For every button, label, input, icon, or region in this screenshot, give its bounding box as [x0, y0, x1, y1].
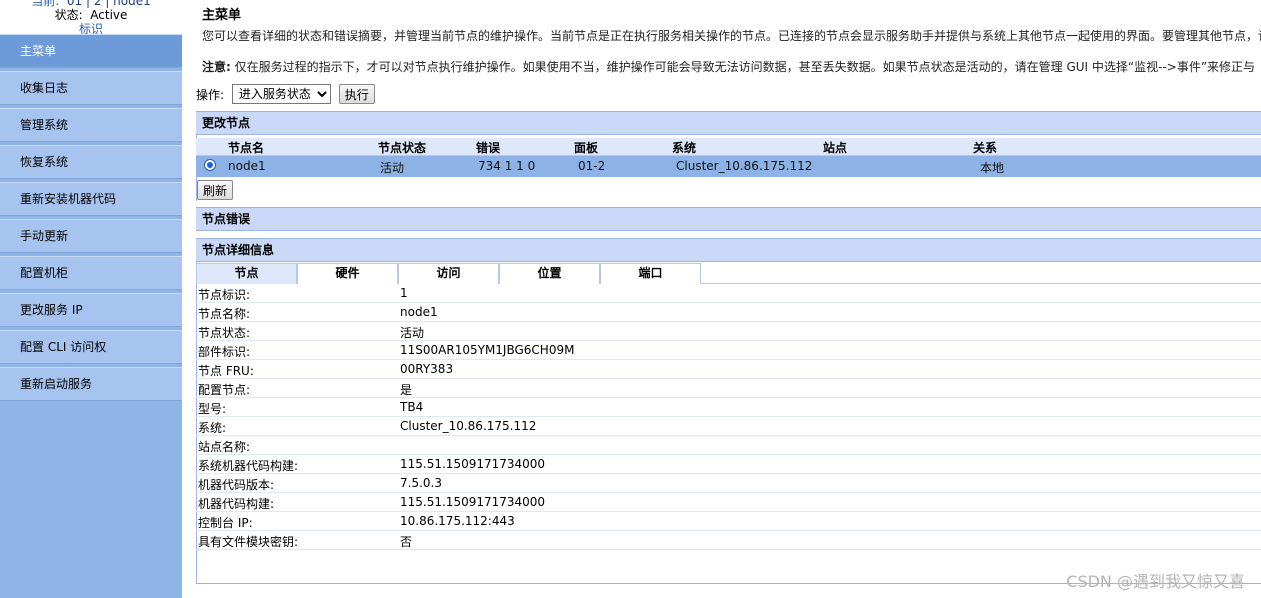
page-description: 您可以查看详细的状态和错误摘要，并管理当前节点的维护操作。当前节点是正在执行服务…: [202, 29, 1261, 43]
warning-note: 注意: 仅在服务过程的指示下，才可以对节点执行维护操作。如果使用不当，维护操作可…: [202, 58, 1255, 75]
detail-row-model: 型号: TB4: [196, 398, 1261, 417]
sidebar-menu: 主菜单 收集日志 管理系统 恢复系统 重新安装机器代码 手动更新 配置机柜 更改…: [0, 34, 182, 404]
sidebar-item-restart-service[interactable]: 重新启动服务: [0, 367, 182, 401]
status-label: 状态:: [54, 8, 83, 22]
detail-row-node-status: 节点状态: 活动: [196, 322, 1261, 341]
sidebar-item-configure-cli-access[interactable]: 配置 CLI 访问权: [0, 330, 182, 364]
node-details-table: 节点标识: 1 节点名称: node1 节点状态: 活动 部件标识: 11S00AR10…: [196, 284, 1261, 550]
operation-select[interactable]: 进入服务状态: [231, 84, 331, 104]
cell-panel: 01-2: [578, 159, 606, 173]
current-label: 当前:: [31, 0, 60, 8]
node-details-tabs: 节点 硬件 访问 位置 端口: [196, 263, 1261, 284]
sidebar: 当前: 01 | 2 | node1 状态: Active 标识 主菜单 收集日…: [0, 0, 182, 598]
cell-system: Cluster_10.86.175.112: [676, 159, 813, 173]
operation-label: 操作:: [196, 87, 225, 102]
detail-row-site-name: 站点名称:: [196, 436, 1261, 455]
detail-row-code-version: 机器代码版本: 7.5.0.3: [196, 474, 1261, 493]
cell-node-status: 活动: [380, 161, 405, 175]
sidebar-item-manual-update[interactable]: 手动更新: [0, 219, 182, 253]
cell-node-name: node1: [228, 159, 266, 173]
page-title: 主菜单: [202, 8, 242, 23]
col-panel: 面板: [574, 141, 599, 155]
sidebar-item-change-service-ip[interactable]: 更改服务 IP: [0, 293, 182, 327]
sidebar-item-main-menu[interactable]: 主菜单: [0, 34, 182, 68]
col-error: 错误: [476, 141, 501, 155]
detail-row-system: 系统: Cluster_10.86.175.112: [196, 417, 1261, 436]
note-label: 注意:: [202, 60, 231, 74]
sidebar-status-header: 当前: 01 | 2 | node1 状态: Active 标识: [0, 0, 182, 38]
detail-row-node-id: 节点标识: 1: [196, 284, 1261, 303]
cell-error: 734 1 1 0: [478, 159, 536, 173]
detail-row-system-code-build: 系统机器代码构建: 115.51.1509171734000: [196, 455, 1261, 474]
node-select-radio[interactable]: [204, 159, 216, 171]
change-node-header: 更改节点: [196, 111, 1261, 135]
tab-node[interactable]: 节点: [196, 263, 297, 284]
node-table-row[interactable]: node1 活动 734 1 1 0 01-2 Cluster_10.86.17…: [196, 156, 1261, 177]
sidebar-item-recover-system[interactable]: 恢复系统: [0, 145, 182, 179]
detail-row-node-name: 节点名称: node1: [196, 303, 1261, 322]
node-errors-header: 节点错误: [196, 207, 1261, 231]
sidebar-item-reinstall-code[interactable]: 重新安装机器代码: [0, 182, 182, 216]
col-node-name: 节点名: [228, 141, 265, 155]
sidebar-item-manage-system[interactable]: 管理系统: [0, 108, 182, 142]
tab-access[interactable]: 访问: [398, 263, 499, 284]
detail-row-console-ip: 控制台 IP: 10.86.175.112:443: [196, 512, 1261, 531]
node-table-header: 节点名 节点状态 错误 面板 系统 站点 关系: [196, 138, 1261, 156]
tab-location[interactable]: 位置: [499, 263, 600, 284]
tab-ports[interactable]: 端口: [600, 263, 701, 284]
main-content: 主菜单 您可以查看详细的状态和错误摘要，并管理当前节点的维护操作。当前节点是正在…: [196, 0, 1261, 598]
col-node-status: 节点状态: [378, 141, 427, 155]
node-details-header: 节点详细信息: [196, 238, 1261, 262]
execute-button[interactable]: 执行: [338, 84, 375, 104]
refresh-button[interactable]: 刷新: [197, 180, 234, 200]
detail-row-config-node: 配置节点: 是: [196, 379, 1261, 398]
detail-row-code-build: 机器代码构建: 115.51.1509171734000: [196, 493, 1261, 512]
detail-row-node-fru: 节点 FRU: 00RY383: [196, 360, 1261, 379]
sidebar-item-collect-logs[interactable]: 收集日志: [0, 71, 182, 105]
operation-bar: 操作: 进入服务状态 执行: [196, 84, 375, 104]
current-node-value: 01 | 2 | node1: [66, 0, 151, 8]
sidebar-item-configure-enclosure[interactable]: 配置机柜: [0, 256, 182, 290]
note-text: 仅在服务过程的指示下，才可以对节点执行维护操作。如果使用不当，维护操作可能会导致…: [234, 60, 1256, 74]
col-site: 站点: [823, 141, 848, 155]
col-system: 系统: [672, 141, 697, 155]
detail-row-part-id: 部件标识: 11S00AR105YM1JBG6CH09M: [196, 341, 1261, 360]
tab-hardware[interactable]: 硬件: [297, 263, 398, 284]
detail-row-file-module-key: 具有文件模块密钥: 否: [196, 531, 1261, 550]
watermark-text: CSDN @遇到我又惊又喜: [1066, 572, 1245, 591]
col-relation: 关系: [973, 141, 998, 155]
cell-relation: 本地: [980, 161, 1005, 175]
status-value: Active: [90, 8, 128, 22]
